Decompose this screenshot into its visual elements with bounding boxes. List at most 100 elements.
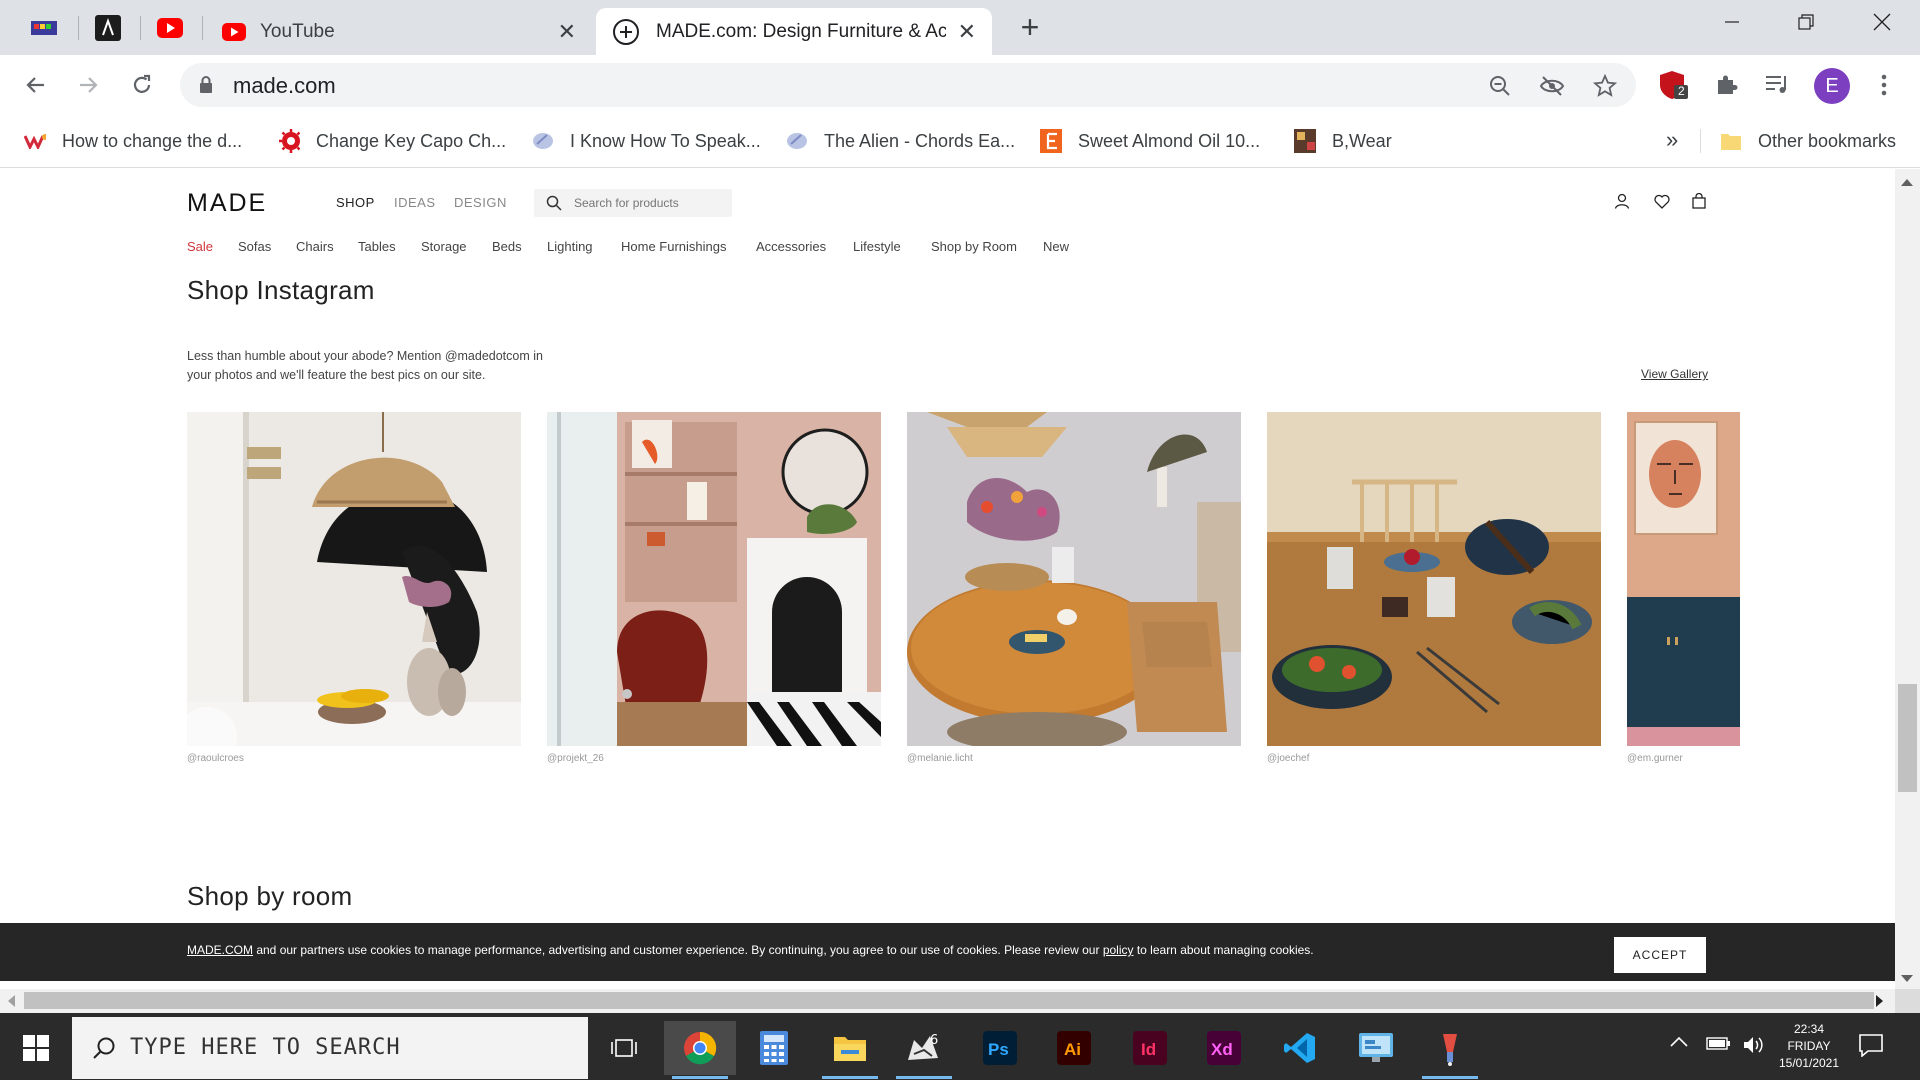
horizontal-scrollbar[interactable] bbox=[0, 989, 1895, 1013]
search-icon bbox=[93, 1037, 115, 1059]
bookmark-item[interactable]: I Know How To Speak... bbox=[532, 125, 761, 157]
reload-button[interactable] bbox=[124, 67, 160, 103]
category-beds[interactable]: Beds bbox=[492, 239, 522, 254]
pinned-tab-2[interactable] bbox=[82, 10, 134, 46]
search-input[interactable] bbox=[574, 193, 724, 213]
profile-avatar[interactable]: E bbox=[1814, 68, 1850, 104]
category-new[interactable]: New bbox=[1043, 239, 1069, 254]
instagram-credit[interactable]: @projekt_26 bbox=[547, 753, 604, 764]
taskbar-calculator[interactable] bbox=[738, 1021, 810, 1075]
taskbar-vscode[interactable] bbox=[1264, 1021, 1336, 1075]
bookmark-item[interactable]: Change Key Capo Ch... bbox=[278, 125, 506, 157]
tab-youtube[interactable]: YouTube ✕ bbox=[206, 8, 592, 55]
task-view-button[interactable] bbox=[588, 1021, 660, 1075]
url-text[interactable]: made.com bbox=[233, 73, 336, 99]
media-queue-icon[interactable] bbox=[1760, 67, 1796, 103]
tracking-blocked-icon[interactable] bbox=[1538, 72, 1566, 100]
pinned-tab-1[interactable] bbox=[18, 10, 70, 46]
tab-made[interactable]: MADE.com: Design Furniture & Acce ✕ bbox=[596, 8, 992, 55]
bookmark-item[interactable]: How to change the d... bbox=[24, 125, 242, 157]
horizontal-scroll-thumb[interactable] bbox=[24, 992, 1874, 1009]
category-shop-by-room[interactable]: Shop by Room bbox=[931, 239, 1017, 254]
scroll-left-arrow-icon[interactable] bbox=[8, 995, 15, 1007]
category-sofas[interactable]: Sofas bbox=[238, 239, 271, 254]
battery-icon[interactable] bbox=[1706, 1035, 1732, 1054]
nav-ideas[interactable]: IDEAS bbox=[394, 195, 436, 210]
instagram-photo-round-dining-table bbox=[907, 412, 1241, 746]
taskbar-indesign[interactable]: Id bbox=[1114, 1021, 1186, 1075]
new-tab-button[interactable]: + bbox=[1012, 10, 1048, 46]
zoom-out-icon[interactable] bbox=[1486, 72, 1514, 100]
category-sale[interactable]: Sale bbox=[187, 239, 213, 254]
restore-button[interactable] bbox=[1768, 0, 1844, 44]
instagram-post-image[interactable] bbox=[187, 412, 521, 746]
address-bar[interactable]: made.com bbox=[180, 63, 1636, 107]
instagram-credit[interactable]: @joechef bbox=[1267, 753, 1309, 764]
extensions-puzzle-icon[interactable] bbox=[1708, 67, 1744, 103]
category-tables[interactable]: Tables bbox=[358, 239, 396, 254]
instagram-credit[interactable]: @raoulcroes bbox=[187, 753, 244, 764]
accept-cookies-button[interactable]: ACCEPT bbox=[1614, 937, 1706, 973]
notifications-icon[interactable] bbox=[1858, 1033, 1884, 1060]
cookie-policy-link[interactable]: policy bbox=[1103, 943, 1134, 957]
close-window-button[interactable] bbox=[1844, 0, 1920, 44]
forward-button[interactable] bbox=[70, 67, 106, 103]
minimize-button[interactable] bbox=[1694, 0, 1770, 44]
category-chairs[interactable]: Chairs bbox=[296, 239, 334, 254]
pinned-tab-youtube[interactable] bbox=[144, 10, 196, 46]
taskbar-clock[interactable]: 22:34 FRIDAY 15/01/2021 bbox=[1774, 1021, 1844, 1072]
category-accessories[interactable]: Accessories bbox=[756, 239, 826, 254]
instagram-post-image[interactable] bbox=[547, 412, 881, 746]
scroll-down-arrow-icon[interactable] bbox=[1901, 975, 1913, 982]
made-logo[interactable]: MADE bbox=[187, 189, 267, 218]
nav-design[interactable]: DESIGN bbox=[454, 195, 507, 210]
taskbar-chrome[interactable] bbox=[664, 1021, 736, 1079]
instagram-credit[interactable]: @em.gurner bbox=[1627, 753, 1683, 764]
bookmark-star-icon[interactable] bbox=[1591, 72, 1619, 100]
taskbar-app-brush[interactable] bbox=[1414, 1021, 1486, 1079]
bookmark-item[interactable]: B,Wear bbox=[1294, 125, 1392, 157]
bookmark-item[interactable]: The Alien - Chords Ea... bbox=[786, 125, 1015, 157]
instagram-post-image[interactable] bbox=[1627, 412, 1740, 746]
bookmark-item[interactable]: Sweet Almond Oil 10... bbox=[1040, 125, 1260, 157]
category-lifestyle[interactable]: Lifestyle bbox=[853, 239, 901, 254]
instagram-photo-dinner-table bbox=[1267, 412, 1601, 746]
close-tab-icon[interactable]: ✕ bbox=[558, 19, 576, 45]
taskbar-rhino[interactable]: 6 bbox=[888, 1021, 960, 1079]
ublock-extension-icon[interactable]: 2 bbox=[1656, 67, 1692, 103]
instagram-post-image[interactable] bbox=[1267, 412, 1601, 746]
other-bookmarks-folder[interactable]: Other bookmarks bbox=[1720, 125, 1896, 157]
search-icon bbox=[546, 195, 562, 211]
taskbar-illustrator[interactable]: Ai bbox=[1038, 1021, 1110, 1075]
wishlist-heart-icon[interactable] bbox=[1652, 191, 1672, 211]
scroll-up-arrow-icon[interactable] bbox=[1901, 179, 1913, 186]
instagram-credit[interactable]: @melanie.licht bbox=[907, 753, 973, 764]
account-icon[interactable] bbox=[1612, 191, 1632, 211]
taskbar-file-explorer[interactable] bbox=[814, 1021, 886, 1079]
taskbar-search[interactable]: TYPE HERE TO SEARCH bbox=[72, 1017, 588, 1079]
close-tab-icon[interactable]: ✕ bbox=[958, 19, 976, 45]
taskbar-photoshop[interactable]: Ps bbox=[964, 1021, 1036, 1075]
start-button[interactable] bbox=[12, 1033, 60, 1063]
category-home-furnishings[interactable]: Home Furnishings bbox=[621, 239, 727, 254]
instagram-post-image[interactable] bbox=[907, 412, 1241, 746]
volume-icon[interactable] bbox=[1742, 1035, 1766, 1058]
product-search[interactable] bbox=[534, 189, 732, 217]
more-bookmarks-chevron-icon[interactable]: » bbox=[1666, 127, 1678, 153]
category-storage[interactable]: Storage bbox=[421, 239, 467, 254]
taskbar-control-panel[interactable] bbox=[1340, 1021, 1412, 1075]
nav-shop[interactable]: SHOP bbox=[336, 195, 375, 210]
show-hidden-icons-chevron-icon[interactable] bbox=[1670, 1035, 1688, 1051]
view-gallery-link[interactable]: View Gallery bbox=[1641, 367, 1708, 381]
category-lighting[interactable]: Lighting bbox=[547, 239, 593, 254]
vertical-scroll-thumb[interactable] bbox=[1898, 684, 1917, 792]
taskbar-xd[interactable]: Xd bbox=[1188, 1021, 1260, 1075]
basket-icon[interactable] bbox=[1689, 191, 1709, 211]
menu-dots-icon[interactable] bbox=[1866, 67, 1902, 103]
lock-icon[interactable] bbox=[198, 75, 214, 95]
youtube-favicon-icon bbox=[222, 22, 246, 41]
vertical-scrollbar[interactable] bbox=[1895, 169, 1920, 989]
back-button[interactable] bbox=[18, 67, 54, 103]
made-com-link[interactable]: MADE.COM bbox=[187, 943, 253, 957]
scroll-right-arrow-icon[interactable] bbox=[1876, 995, 1883, 1007]
